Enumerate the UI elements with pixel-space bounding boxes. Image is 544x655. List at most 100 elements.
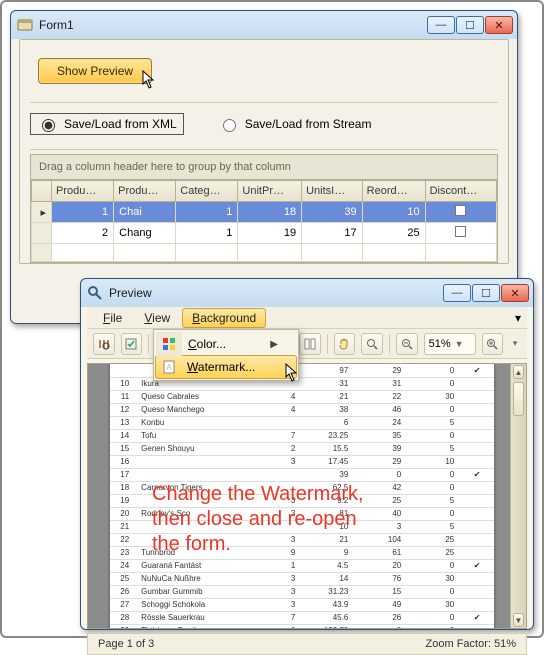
menubar-overflow-icon[interactable]: ▾ [515,311,521,325]
hand-tool-icon[interactable] [334,333,356,355]
scroll-thumb[interactable] [513,382,524,416]
grid-col-3[interactable]: UnitPr… [238,181,302,202]
scroll-up-icon[interactable]: ▲ [513,365,524,379]
radio-xml-label: Save/Load from XML [64,117,177,131]
scroll-down-icon[interactable]: ▼ [513,613,524,627]
statusbar: Page 1 of 3 Zoom Factor: 51% [87,633,527,655]
cell[interactable]: 1 [176,223,238,244]
cell[interactable]: 18 [238,202,302,223]
toolbar-separator [148,334,149,354]
close-button[interactable]: ✕ [485,16,513,34]
data-grid[interactable]: Drag a column header here to group by th… [30,154,498,263]
row-indicator[interactable] [32,223,52,244]
report-row: 14Tofu723.25350 [110,429,494,442]
cell[interactable] [52,244,114,262]
menu-view[interactable]: View [134,308,180,328]
menubar[interactable]: File View Background ▾ [87,307,527,329]
grid-table[interactable]: Produ… Produ… Categ… UnitPr… UnitsI… Reo… [31,180,497,262]
report-row: 16317.452910 [110,455,494,468]
zoom-value: 51% [429,338,451,350]
close-button[interactable]: ✕ [501,284,529,302]
minimize-button[interactable]: — [427,16,455,34]
menuitem-watermark[interactable]: A Watermark... [155,355,297,379]
menuitem-color[interactable]: Color... ▶ [156,332,296,356]
radio-stream[interactable]: Save/Load from Stream [212,114,378,134]
row-indicator[interactable]: ▸ [32,202,52,223]
zoom-in-icon[interactable] [482,333,504,355]
cell[interactable] [114,244,176,262]
menu-background[interactable]: Background [182,308,266,328]
form1-titlebar[interactable]: Form1 — ☐ ✕ [11,11,517,39]
grid-col-6[interactable]: Discont… [425,181,496,202]
menuitem-watermark-label: Watermark... [187,360,255,374]
grid-row[interactable] [32,244,497,262]
search-icon[interactable] [93,333,115,355]
grid-col-1[interactable]: Produ… [114,181,176,202]
page-paper: 97290✔10Ikura3131011Queso Cabrales421223… [110,364,494,628]
cell[interactable]: Chang [114,223,176,244]
show-preview-button[interactable]: Show Preview [38,58,152,84]
report-row: 27Schoggi Schokola343.94930 [110,598,494,611]
maximize-button[interactable]: ☐ [456,16,484,34]
toolbar-separator [327,334,328,354]
grid-col-5[interactable]: Reord… [362,181,425,202]
magnifier-icon[interactable] [361,333,383,355]
grid-row[interactable]: ▸ 1 Chai 1 18 39 10 [32,202,497,223]
report-row: 13Konbu6245 [110,416,494,429]
page-multi-icon[interactable] [299,333,321,355]
cell-checkbox[interactable] [425,223,496,244]
radio-stream-input[interactable] [223,119,236,132]
background-submenu[interactable]: Color... ▶ A Watermark... [153,329,299,381]
zoom-selector[interactable]: 51% ▼ [424,333,476,355]
group-by-panel[interactable]: Drag a column header here to group by th… [31,155,497,180]
cell-checkbox[interactable] [425,202,496,223]
toolbar-overflow-icon[interactable]: ▾ [509,338,521,349]
radio-xml[interactable]: Save/Load from XML [30,113,184,135]
toolbar-separator [389,334,390,354]
watermark-icon: A [156,355,182,379]
report-row: 211035 [110,520,494,533]
cell[interactable]: 17 [302,223,363,244]
report-row: 24Guaraná Fantást14.5200✔ [110,559,494,572]
document-scroll[interactable]: 97290✔10Ikura3131011Queso Cabrales421223… [88,364,510,628]
cell[interactable] [238,244,302,262]
radio-xml-input[interactable] [42,119,55,132]
vertical-scrollbar[interactable]: ▲ ▼ [510,364,526,628]
minimize-button[interactable]: — [443,284,471,302]
cell[interactable]: 2 [52,223,114,244]
report-row: 25NuNuCa Nußhre3147630 [110,572,494,585]
cell[interactable]: 10 [362,202,425,223]
cell[interactable] [425,244,496,262]
divider [30,149,498,150]
status-zoom: Zoom Factor: 51% [426,638,516,650]
row-indicator[interactable] [32,244,52,262]
grid-corner[interactable] [32,181,52,202]
report-row: 12Queso Manchego438460 [110,403,494,416]
form1-window: Form1 — ☐ ✕ Show Preview Save/Load from … [10,10,518,324]
menu-file[interactable]: File [93,308,132,328]
cell[interactable] [302,244,363,262]
cell[interactable] [362,244,425,262]
document-viewport[interactable]: 97290✔10Ikura3131011Queso Cabrales421223… [87,363,527,629]
grid-col-0[interactable]: Produ… [52,181,114,202]
status-page: Page 1 of 3 [98,638,154,650]
customize-icon[interactable] [121,333,143,355]
grid-row[interactable]: 2 Chang 1 19 17 25 [32,223,497,244]
cell[interactable]: 1 [176,202,238,223]
report-row: 29Thüringer Rostbr6123.7900✔ [110,624,494,628]
radio-stream-label: Save/Load from Stream [245,117,372,131]
preview-titlebar[interactable]: Preview — ☐ ✕ [81,279,533,307]
grid-col-4[interactable]: UnitsI… [302,181,363,202]
maximize-button[interactable]: ☐ [472,284,500,302]
cell[interactable] [176,244,238,262]
cell[interactable]: 25 [362,223,425,244]
cell[interactable]: 39 [302,202,363,223]
cell[interactable]: Chai [114,202,176,223]
cell[interactable]: 1 [52,202,114,223]
grid-col-2[interactable]: Categ… [176,181,238,202]
report-row: 20Rodney's Sco381400 [110,507,494,520]
grid-header-row: Produ… Produ… Categ… UnitPr… UnitsI… Reo… [32,181,497,202]
cell[interactable]: 19 [238,223,302,244]
chevron-down-icon: ▼ [455,339,464,349]
zoom-out-icon[interactable] [396,333,418,355]
